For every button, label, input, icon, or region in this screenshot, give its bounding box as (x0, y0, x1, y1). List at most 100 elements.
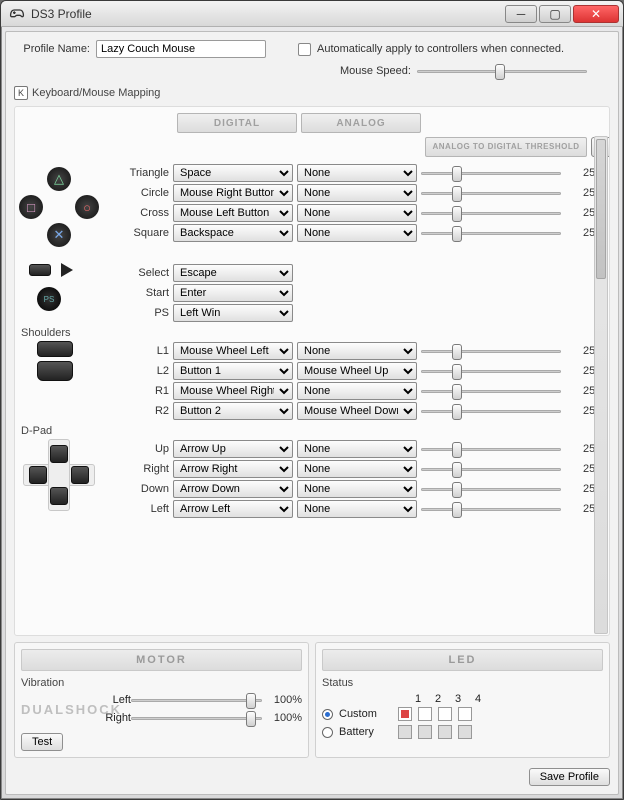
dpad-icon (23, 439, 95, 511)
circle-threshold-slider[interactable] (421, 186, 561, 200)
motor-left-slider[interactable] (131, 693, 262, 707)
square-label: Square (129, 227, 169, 239)
circle-label: Circle (129, 187, 169, 199)
circle-digital-combo[interactable]: Mouse Right Button (173, 184, 293, 202)
led-battery-2 (418, 725, 432, 739)
r2-label: R2 (129, 405, 169, 417)
analog-header-button[interactable]: ANALOG (301, 113, 421, 133)
minimize-button[interactable]: ─ (505, 5, 537, 23)
scrollbar[interactable] (594, 136, 608, 634)
down-label: Down (129, 483, 169, 495)
led-num-4: 4 (468, 693, 488, 705)
motor-right-value: 100% (262, 712, 302, 724)
vibration-label: Vibration (21, 677, 302, 689)
mouse-speed-row: Mouse Speed: (14, 64, 610, 78)
l1-digital-combo[interactable]: Mouse Wheel Left (173, 342, 293, 360)
battery-radio[interactable] (322, 727, 333, 738)
close-button[interactable]: ✕ (573, 5, 619, 23)
l2-threshold-slider[interactable] (421, 364, 561, 378)
dpad-group-label: D-Pad (19, 421, 605, 439)
digital-header-button[interactable]: DIGITAL (177, 113, 297, 133)
motor-panel: MOTOR Vibration DUALSHOCK Left 100% Righ… (14, 642, 309, 758)
titlebar[interactable]: DS3 Profile ─ ▢ ✕ (1, 1, 623, 27)
triangle-digital-combo[interactable]: Space (173, 164, 293, 182)
l2-label: L2 (129, 365, 169, 377)
down-analog-combo[interactable]: None (297, 480, 417, 498)
left-analog-combo[interactable]: None (297, 500, 417, 518)
auto-apply-label: Automatically apply to controllers when … (317, 43, 564, 55)
select-start-icon (19, 263, 129, 277)
square-analog-combo[interactable]: None (297, 224, 417, 242)
up-label: Up (129, 443, 169, 455)
motor-left-label: Left (101, 694, 131, 706)
window-title: DS3 Profile (31, 7, 505, 21)
profile-name-input[interactable] (96, 40, 266, 58)
l2-digital-combo[interactable]: Button 1 (173, 362, 293, 380)
l2-analog-combo[interactable]: Mouse Wheel Up (297, 362, 417, 380)
left-digital-combo[interactable]: Arrow Left (173, 500, 293, 518)
up-analog-combo[interactable]: None (297, 440, 417, 458)
cross-digital-combo[interactable]: Mouse Left Button (173, 204, 293, 222)
shoulders-icon (19, 341, 129, 381)
shoulders-group-label: Shoulders (19, 323, 605, 341)
r1-threshold-slider[interactable] (421, 384, 561, 398)
right-label: Right (129, 463, 169, 475)
led-custom-3[interactable] (438, 707, 452, 721)
led-custom-4[interactable] (458, 707, 472, 721)
down-digital-combo[interactable]: Arrow Down (173, 480, 293, 498)
r1-digital-combo[interactable]: Mouse Wheel Right (173, 382, 293, 400)
custom-radio[interactable] (322, 709, 333, 720)
led-custom-1[interactable] (398, 707, 412, 721)
custom-radio-label: Custom (339, 708, 389, 720)
right-digital-combo[interactable]: Arrow Right (173, 460, 293, 478)
maximize-button[interactable]: ▢ (539, 5, 571, 23)
mapping-panel: DIGITAL ANALOG ANALOG TO DIGITAL THRESHO… (14, 106, 610, 636)
battery-radio-label: Battery (339, 726, 389, 738)
l1-analog-combo[interactable]: None (297, 342, 417, 360)
down-threshold-slider[interactable] (421, 482, 561, 496)
r1-label: R1 (129, 385, 169, 397)
start-label: Start (129, 287, 169, 299)
led-custom-2[interactable] (418, 707, 432, 721)
square-threshold-slider[interactable] (421, 226, 561, 240)
l1-threshold-slider[interactable] (421, 344, 561, 358)
left-threshold-slider[interactable] (421, 502, 561, 516)
led-battery-1 (398, 725, 412, 739)
r2-analog-combo[interactable]: Mouse Wheel Down (297, 402, 417, 420)
ps-label: PS (129, 307, 169, 319)
window: DS3 Profile ─ ▢ ✕ Profile Name: Automati… (0, 0, 624, 800)
led-tab[interactable]: LED (322, 649, 603, 671)
led-num-3: 3 (448, 693, 468, 705)
controller-icon (9, 6, 25, 22)
cross-threshold-slider[interactable] (421, 206, 561, 220)
ps-digital-combo[interactable]: Left Win (173, 304, 293, 322)
save-profile-button[interactable]: Save Profile (529, 768, 610, 786)
cross-analog-combo[interactable]: None (297, 204, 417, 222)
start-digital-combo[interactable]: Enter (173, 284, 293, 302)
circle-analog-combo[interactable]: None (297, 184, 417, 202)
triangle-threshold-slider[interactable] (421, 166, 561, 180)
square-digital-combo[interactable]: Backspace (173, 224, 293, 242)
motor-right-slider[interactable] (131, 711, 262, 725)
select-digital-combo[interactable]: Escape (173, 264, 293, 282)
r2-threshold-slider[interactable] (421, 404, 561, 418)
motor-tab[interactable]: MOTOR (21, 649, 302, 671)
r2-digital-combo[interactable]: Button 2 (173, 402, 293, 420)
right-analog-combo[interactable]: None (297, 460, 417, 478)
test-button[interactable]: Test (21, 733, 63, 751)
auto-apply-checkbox[interactable] (298, 43, 311, 56)
select-label: Select (129, 267, 169, 279)
left-label: Left (129, 503, 169, 515)
up-digital-combo[interactable]: Arrow Up (173, 440, 293, 458)
up-threshold-slider[interactable] (421, 442, 561, 456)
motor-right-label: Right (101, 712, 131, 724)
dualshock-label: DUALSHOCK (21, 702, 101, 717)
triangle-label: Triangle (129, 167, 169, 179)
r1-analog-combo[interactable]: None (297, 382, 417, 400)
led-battery-4 (458, 725, 472, 739)
right-threshold-slider[interactable] (421, 462, 561, 476)
triangle-analog-combo[interactable]: None (297, 164, 417, 182)
status-label: Status (322, 677, 603, 689)
profile-name-label: Profile Name: (14, 43, 90, 55)
mouse-speed-slider[interactable] (417, 64, 587, 78)
